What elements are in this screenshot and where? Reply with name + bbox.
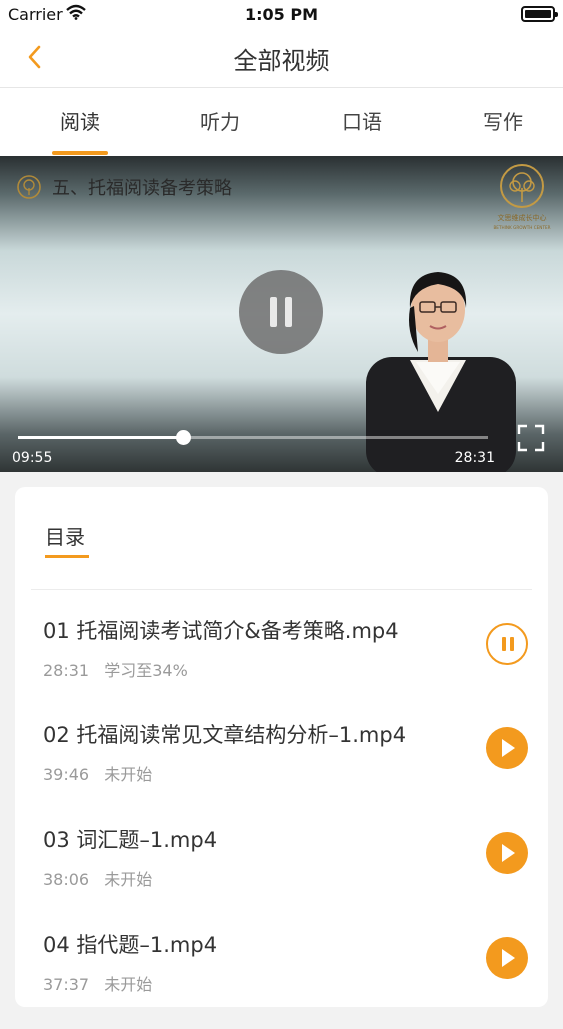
video-player[interactable]: 五、托福阅读备考策略 文思维成长中心 BETHINK GROWTH CENTER…: [0, 156, 563, 472]
active-tab-indicator: [52, 151, 108, 155]
list-item[interactable]: 01 托福阅读考试简介&备考策略.mp4 28:31 学习至34%: [43, 615, 538, 715]
video-item-status: 未开始: [104, 870, 153, 889]
brand-subtext: BETHINK GROWTH CENTER: [493, 225, 550, 230]
video-item-title: 02 托福阅读常见文章结构分析–1.mp4: [43, 723, 407, 747]
progress-fill: [18, 436, 183, 439]
tree-logo-icon: [17, 175, 41, 199]
video-item-status: 未开始: [104, 765, 153, 784]
item-play-button[interactable]: [486, 937, 528, 979]
video-item-status: 未开始: [104, 975, 153, 994]
video-item-meta: 37:37 未开始: [43, 971, 162, 995]
video-item-meta: 38:06 未开始: [43, 866, 162, 890]
tab-writing[interactable]: 写作: [448, 106, 558, 135]
playlist-card: 目录 01 托福阅读考试简介&备考策略.mp4 28:31 学习至34% 02 …: [15, 487, 548, 1007]
divider: [31, 589, 532, 590]
video-item-duration: 37:37: [43, 975, 90, 994]
battery-icon: [521, 6, 558, 22]
progress-slider[interactable]: [18, 430, 488, 445]
video-item-meta: 39:46 未开始: [43, 761, 162, 785]
category-tabs: 阅读 听力 口语 写作: [0, 88, 563, 156]
list-item[interactable]: 03 词汇题–1.mp4 38:06 未开始: [43, 824, 538, 924]
fullscreen-icon[interactable]: [517, 424, 545, 452]
tab-speaking[interactable]: 口语: [307, 106, 417, 135]
current-time: 09:55: [12, 450, 53, 466]
video-item-title: 04 指代题–1.mp4: [43, 933, 218, 957]
video-item-duration: 28:31: [43, 661, 90, 680]
video-item-duration: 39:46: [43, 765, 90, 784]
clock: 1:05 PM: [244, 5, 318, 24]
play-icon: [502, 949, 515, 967]
tab-listening[interactable]: 听力: [165, 106, 275, 135]
video-title: 五、托福阅读备考策略: [52, 178, 232, 199]
video-item-status: 学习至34%: [104, 661, 188, 680]
heading-underline: [45, 555, 89, 558]
pause-button[interactable]: [239, 270, 323, 354]
nav-bar: 全部视频: [0, 30, 563, 88]
play-icon: [502, 844, 515, 862]
playlist-heading: 目录: [45, 525, 85, 549]
video-item-title: 01 托福阅读考试简介&备考策略.mp4: [43, 619, 399, 643]
item-play-button[interactable]: [486, 727, 528, 769]
list-item[interactable]: 04 指代题–1.mp4 37:37 未开始: [43, 929, 538, 1029]
video-item-meta: 28:31 学习至34%: [43, 657, 198, 681]
presenter-image: [366, 272, 516, 472]
progress-knob[interactable]: [175, 430, 191, 445]
list-item[interactable]: 02 托福阅读常见文章结构分析–1.mp4 39:46 未开始: [43, 719, 538, 819]
video-item-title: 03 词汇题–1.mp4: [43, 828, 218, 852]
status-bar: Carrier 1:05 PM: [0, 0, 563, 30]
brand-text: 文思维成长中心: [498, 213, 547, 222]
play-icon: [502, 739, 515, 757]
item-pause-button[interactable]: [486, 623, 528, 665]
pause-icon: [502, 637, 506, 651]
video-item-duration: 38:06: [43, 870, 90, 889]
brand-logo-icon: 文思维成长中心 BETHINK GROWTH CENTER: [493, 164, 551, 230]
item-play-button[interactable]: [486, 832, 528, 874]
page-title: 全部视频: [233, 47, 330, 75]
total-time: 28:31: [454, 450, 495, 466]
tab-reading[interactable]: 阅读: [25, 106, 135, 135]
pause-icon: [270, 297, 277, 327]
